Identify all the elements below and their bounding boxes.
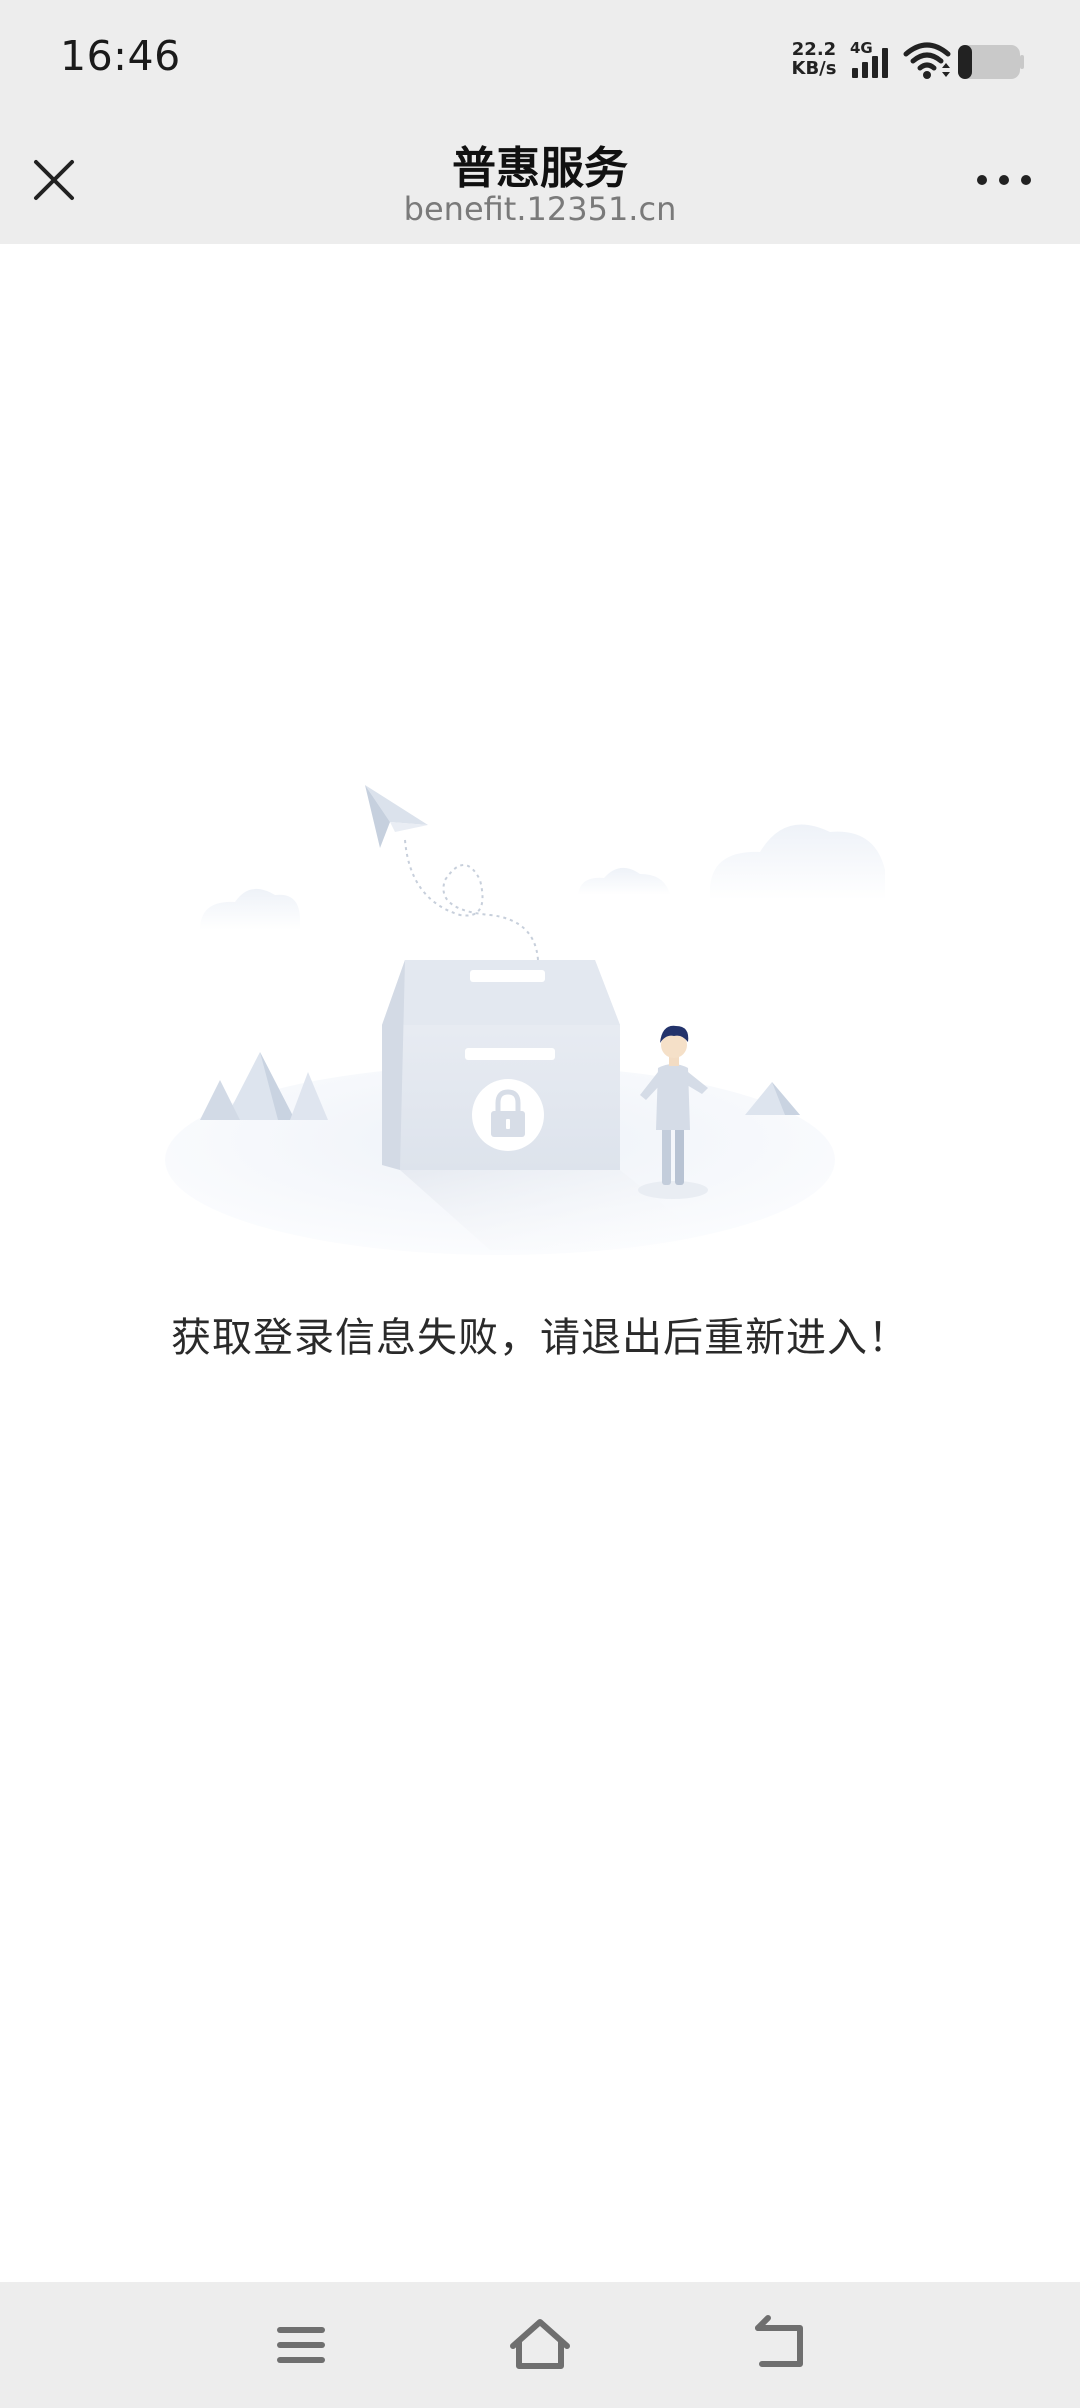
- cloud-right: [709, 824, 885, 900]
- back-icon: [755, 2315, 803, 2367]
- menu-icon: [277, 2327, 325, 2363]
- menu-button[interactable]: [266, 2312, 336, 2378]
- home-button[interactable]: [505, 2312, 575, 2378]
- signal-icon: 4G: [850, 40, 888, 78]
- page-title: 普惠服务: [452, 143, 628, 194]
- back-button[interactable]: [746, 2312, 816, 2378]
- network-speed-value: 22.2: [791, 39, 837, 60]
- mountains-left: [200, 1052, 328, 1120]
- locked-box-illustration: [165, 785, 885, 1255]
- paper-plane-icon: [365, 785, 428, 848]
- status-time: 16:46: [60, 32, 181, 80]
- cloud-left: [200, 888, 300, 930]
- more-button[interactable]: [964, 150, 1044, 210]
- status-bar: 16:46 22.2 KB/s 4G: [0, 0, 1080, 122]
- home-icon: [510, 2319, 570, 2369]
- lock-icon: [472, 1079, 544, 1151]
- cloud-middle: [578, 867, 670, 895]
- title-bar: 普惠服务 benefit.12351.cn: [0, 122, 1080, 244]
- network-speed-unit: KB/s: [791, 58, 837, 79]
- wifi-icon: [903, 42, 951, 79]
- paper-plane-trail: [404, 839, 539, 961]
- battery-icon: [958, 45, 1024, 79]
- more-icon: [977, 175, 1031, 185]
- network-speed: 22.2 KB/s: [786, 40, 842, 78]
- page-domain: benefit.12351.cn: [403, 190, 677, 228]
- navigation-bar: [0, 2282, 1080, 2408]
- network-type-label: 4G: [850, 40, 873, 57]
- error-message: 获取登录信息失败，请退出后重新进入！: [171, 1315, 909, 1361]
